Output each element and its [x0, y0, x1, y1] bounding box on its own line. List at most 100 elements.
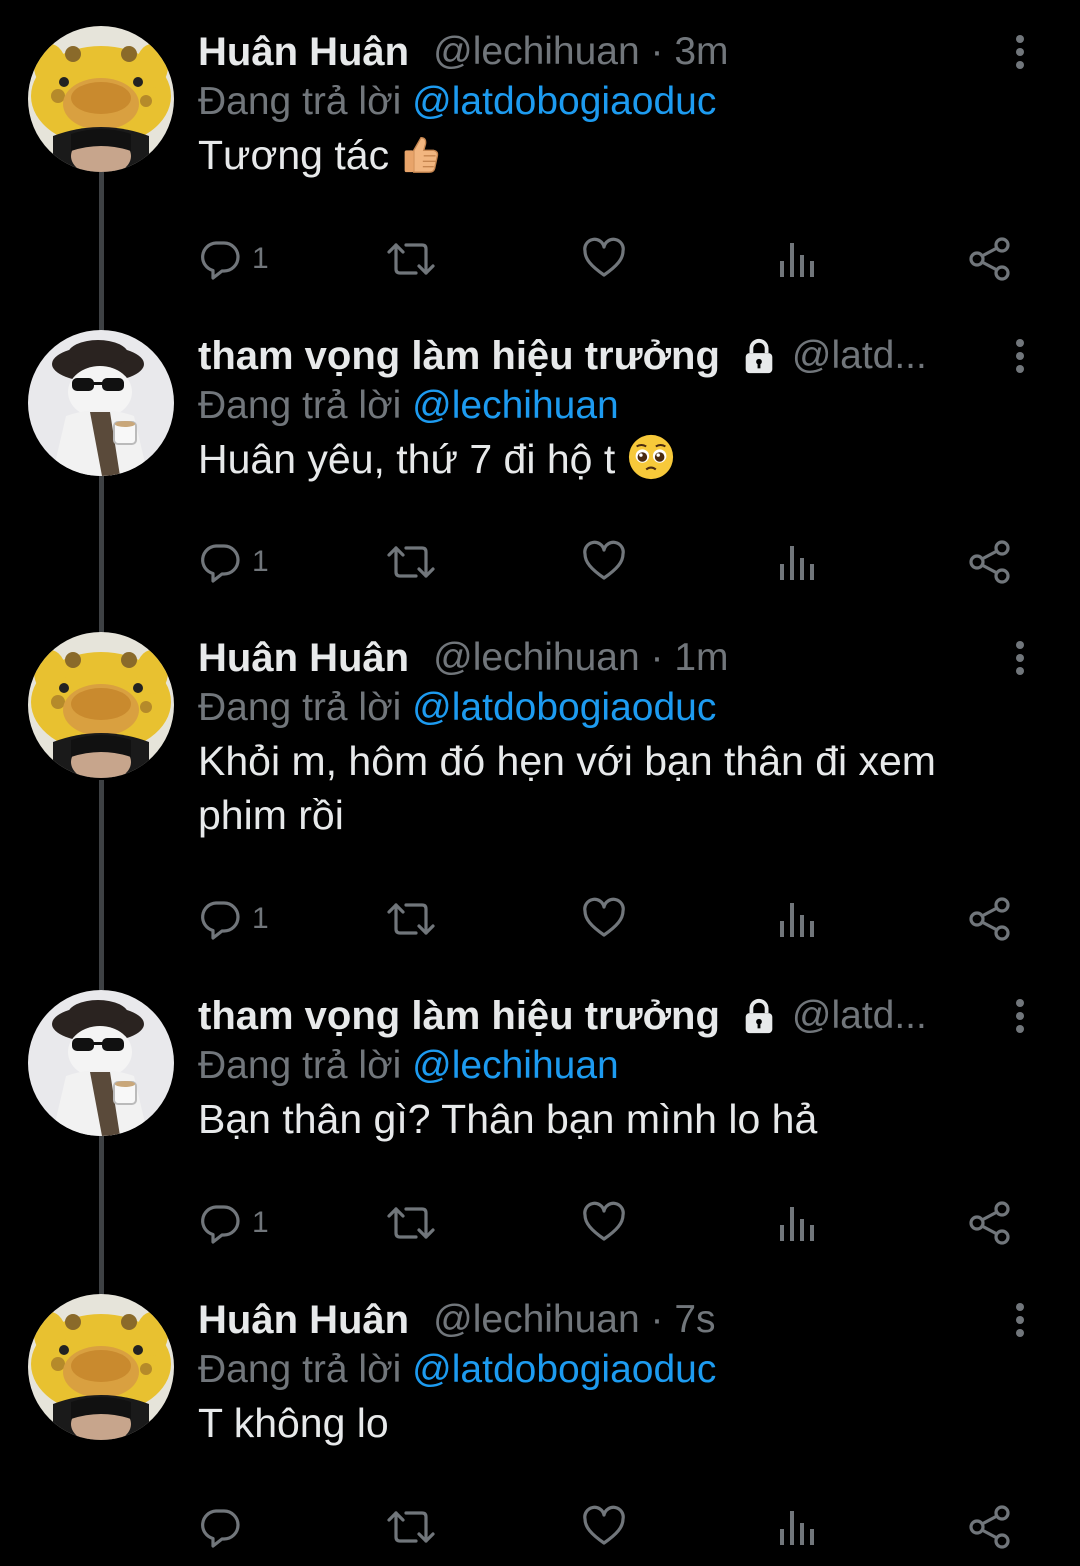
action-bar: 1 — [198, 894, 1028, 944]
handle-time[interactable]: @lechihuan · 3m — [433, 30, 728, 74]
reply-button[interactable]: 1 — [198, 1198, 269, 1248]
share-button[interactable] — [968, 1502, 1012, 1552]
replying-to-label: Đang trả lời — [198, 1348, 402, 1391]
display-name[interactable]: Huân Huân — [198, 636, 409, 681]
like-button[interactable] — [582, 894, 626, 944]
views-icon — [776, 540, 820, 584]
share-button[interactable] — [968, 894, 1012, 944]
display-name[interactable]: tham vọng làm hiệu trưởng — [198, 334, 720, 379]
views-button[interactable] — [776, 1502, 820, 1552]
retweet-button[interactable] — [386, 234, 436, 284]
tweet[interactable]: tham vọng làm hiệu trưởng @latd... Đang … — [0, 304, 1080, 606]
more-options-icon[interactable] — [1008, 640, 1032, 676]
replying-to: Đang trả lời @lechihuan — [198, 384, 619, 428]
mention-link[interactable]: @lechihuan — [412, 1044, 619, 1087]
retweet-icon — [386, 1201, 436, 1245]
tweet-text: Khỏi m, hôm đó hẹn với bạn thân đi xem p… — [198, 734, 1038, 842]
more-options-icon[interactable] — [1008, 34, 1032, 70]
views-button[interactable] — [776, 537, 820, 587]
tweet-text: Bạn thân gì? Thân bạn mình lo hả — [198, 1092, 1038, 1146]
reply-count: 1 — [252, 545, 269, 578]
tweet-text-line: Khỏi m, hôm đó hẹn với bạn thân đi xem — [198, 738, 936, 784]
mention-link[interactable]: @latdobogiaoduc — [412, 1348, 716, 1391]
retweet-button[interactable] — [386, 537, 436, 587]
reply-icon — [198, 540, 242, 584]
replying-to: Đang trả lời @latdobogiaoduc — [198, 686, 716, 730]
replying-to: Đang trả lời @lechihuan — [198, 1044, 619, 1088]
heart-icon — [582, 1505, 626, 1549]
tweet[interactable]: Huân Huân @lechihuan · 1m Đang trả lời @… — [0, 606, 1080, 966]
replying-to-label: Đang trả lời — [198, 384, 402, 427]
tweet[interactable]: Huân Huân @lechihuan · 3m Đang trả lời @… — [0, 0, 1080, 304]
share-button[interactable] — [968, 537, 1012, 587]
mention-link[interactable]: @latdobogiaoduc — [412, 80, 716, 123]
heart-icon — [582, 540, 626, 584]
like-button[interactable] — [582, 537, 626, 587]
avatar[interactable] — [28, 1294, 174, 1440]
reply-icon — [198, 1505, 242, 1549]
tweet-header: Huân Huân @lechihuan · 1m — [198, 632, 988, 684]
action-bar: 1 — [198, 537, 1028, 587]
tweet-text-content: Huân yêu, thứ 7 đi hộ t — [198, 436, 616, 482]
display-name[interactable]: tham vọng làm hiệu trưởng — [198, 994, 720, 1039]
views-button[interactable] — [776, 234, 820, 284]
avatar[interactable] — [28, 330, 174, 476]
tweet-text-content: Tương tác — [198, 132, 390, 178]
lock-icon — [740, 997, 778, 1035]
tweet-text-content: T không lo — [198, 1400, 389, 1446]
avatar[interactable] — [28, 632, 174, 778]
reply-icon — [198, 1201, 242, 1245]
display-name[interactable]: Huân Huân — [198, 30, 409, 75]
thumbs-up-icon — [401, 131, 441, 177]
reply-button[interactable]: 1 — [198, 234, 269, 284]
like-button[interactable] — [582, 234, 626, 284]
share-button[interactable] — [968, 234, 1012, 284]
mention-link[interactable]: @lechihuan — [412, 384, 619, 427]
views-button[interactable] — [776, 894, 820, 944]
reply-button[interactable]: 1 — [198, 537, 269, 587]
handle-time[interactable]: @lechihuan · 7s — [433, 1298, 715, 1342]
more-options-icon[interactable] — [1008, 998, 1032, 1034]
views-button[interactable] — [776, 1198, 820, 1248]
like-button[interactable] — [582, 1502, 626, 1552]
action-bar: 1 — [198, 234, 1028, 284]
retweet-button[interactable] — [386, 1502, 436, 1552]
display-name[interactable]: Huân Huân — [198, 1298, 409, 1343]
reply-button[interactable]: 1 — [198, 894, 269, 944]
tweet-text-line: phim rồi — [198, 792, 344, 838]
tweet-text: Huân yêu, thứ 7 đi hộ t — [198, 432, 1038, 486]
tweet-text-content: Bạn thân gì? Thân bạn mình lo hả — [198, 1096, 818, 1142]
more-options-icon[interactable] — [1008, 338, 1032, 374]
avatar[interactable] — [28, 26, 174, 172]
retweet-icon — [386, 540, 436, 584]
tweet[interactable]: tham vọng làm hiệu trưởng @latd... Đang … — [0, 964, 1080, 1268]
share-icon — [968, 1505, 1012, 1549]
replying-to: Đang trả lời @latdobogiaoduc — [198, 1348, 716, 1392]
retweet-button[interactable] — [386, 1198, 436, 1248]
tweet-header: tham vọng làm hiệu trưởng @latd... — [198, 330, 988, 382]
tweet[interactable]: Huân Huân @lechihuan · 7s Đang trả lời @… — [0, 1268, 1080, 1566]
like-button[interactable] — [582, 1198, 626, 1248]
handle[interactable]: @latd... — [792, 334, 927, 378]
replying-to-label: Đang trả lời — [198, 1044, 402, 1087]
reply-icon — [198, 897, 242, 941]
more-options-icon[interactable] — [1008, 1302, 1032, 1338]
reply-button[interactable] — [198, 1502, 252, 1552]
heart-icon — [582, 237, 626, 281]
handle-time[interactable]: @lechihuan · 1m — [433, 636, 728, 680]
retweet-button[interactable] — [386, 894, 436, 944]
handle[interactable]: @latd... — [792, 994, 927, 1038]
share-icon — [968, 1201, 1012, 1245]
views-icon — [776, 1201, 820, 1245]
share-button[interactable] — [968, 1198, 1012, 1248]
views-icon — [776, 237, 820, 281]
heart-icon — [582, 1201, 626, 1245]
avatar[interactable] — [28, 990, 174, 1136]
tweet-header: Huân Huân @lechihuan · 3m — [198, 26, 988, 78]
reply-count: 1 — [252, 902, 269, 935]
mention-link[interactable]: @latdobogiaoduc — [412, 686, 716, 729]
heart-icon — [582, 897, 626, 941]
tweet-header: tham vọng làm hiệu trưởng @latd... — [198, 990, 988, 1042]
share-icon — [968, 237, 1012, 281]
reply-count: 1 — [252, 1206, 269, 1239]
